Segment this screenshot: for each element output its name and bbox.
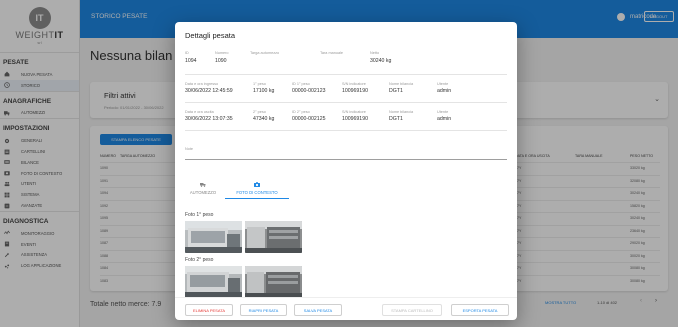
field-label: Nome bilancia (389, 82, 414, 86)
weighing-details-dialog: Dettagli pesata ID 1094 Numero 1090 Targ… (175, 22, 517, 320)
field-label: S/N indicatore (342, 110, 366, 114)
field-value: 00000-002125 (292, 116, 326, 122)
photo1-label: Foto 1° peso (185, 212, 214, 218)
field-label: Data e ora ingresso (185, 82, 219, 86)
field-value: 47340 kg (253, 116, 275, 122)
export-weighing-button[interactable]: ESPORTA PESATA (451, 304, 509, 316)
active-tab-indicator (225, 198, 289, 199)
divider (185, 74, 507, 75)
field-label: 1° peso (253, 82, 266, 86)
photo-thumbnail[interactable] (245, 266, 302, 298)
photo-thumbnail[interactable] (185, 221, 242, 253)
field-value: admin (437, 116, 452, 122)
dialog-title: Dettagli pesata (185, 31, 236, 40)
divider (185, 130, 507, 131)
tab-context-photos-label: FOTO DI CONTESTO (236, 190, 278, 195)
reopen-weighing-button[interactable]: RIAPRI PESATA (240, 304, 287, 316)
field-value: DGT1 (389, 88, 403, 94)
photo2-label: Foto 2° peso (185, 257, 214, 263)
delete-weighing-button[interactable]: ELIMINA PESATA (185, 304, 233, 316)
field-value: 100969190 (342, 116, 368, 122)
field-label: Netto (370, 51, 380, 55)
notes-input[interactable] (185, 159, 507, 160)
field-label: ID (185, 51, 189, 55)
field-value: 1090 (215, 58, 227, 64)
camera-icon (254, 182, 260, 187)
tab-vehicle-label: AUTOMEZZO (189, 190, 217, 195)
tab-vehicle[interactable]: AUTOMEZZO (179, 182, 227, 195)
field-value: 1094 (185, 58, 197, 64)
field-label: ID 1° peso (292, 82, 310, 86)
field-value: DGT1 (389, 116, 403, 122)
tab-context-photos[interactable]: FOTO DI CONTESTO (227, 182, 287, 195)
field-label: ID 2° peso (292, 110, 310, 114)
field-label: 2° peso (253, 110, 266, 114)
print-card-button[interactable]: STAMPA CARTELLINO (382, 304, 442, 316)
field-label: S/N indicatore (342, 82, 366, 86)
photo-thumbnail[interactable] (185, 266, 242, 298)
field-label: Utente (437, 82, 449, 86)
field-label: Nome bilancia (389, 110, 414, 114)
save-weighing-button[interactable]: SALVA PESATA (294, 304, 342, 316)
field-value: 00000-002123 (292, 88, 326, 94)
field-label: Data e ora uscita (185, 110, 214, 114)
divider (185, 102, 507, 103)
field-value: 17100 kg (253, 88, 275, 94)
net-weight-value: 30240 kg (370, 58, 392, 64)
field-label: Numero (215, 51, 229, 55)
field-value: 30/06/2022 12:45:59 (185, 88, 233, 94)
field-value: 100969190 (342, 88, 368, 94)
notes-label: Note (185, 147, 194, 151)
photo-thumbnail[interactable] (245, 221, 302, 253)
field-label: Targa automezzo (250, 51, 280, 55)
field-value: 30/06/2022 13:07:35 (185, 116, 233, 122)
dialog-actions: ELIMINA PESATA RIAPRI PESATA SALVA PESAT… (175, 297, 517, 320)
field-label: Utente (437, 110, 449, 114)
field-value: admin (437, 88, 452, 94)
truck-icon (200, 183, 206, 187)
field-label: Tara manuale (320, 51, 344, 55)
